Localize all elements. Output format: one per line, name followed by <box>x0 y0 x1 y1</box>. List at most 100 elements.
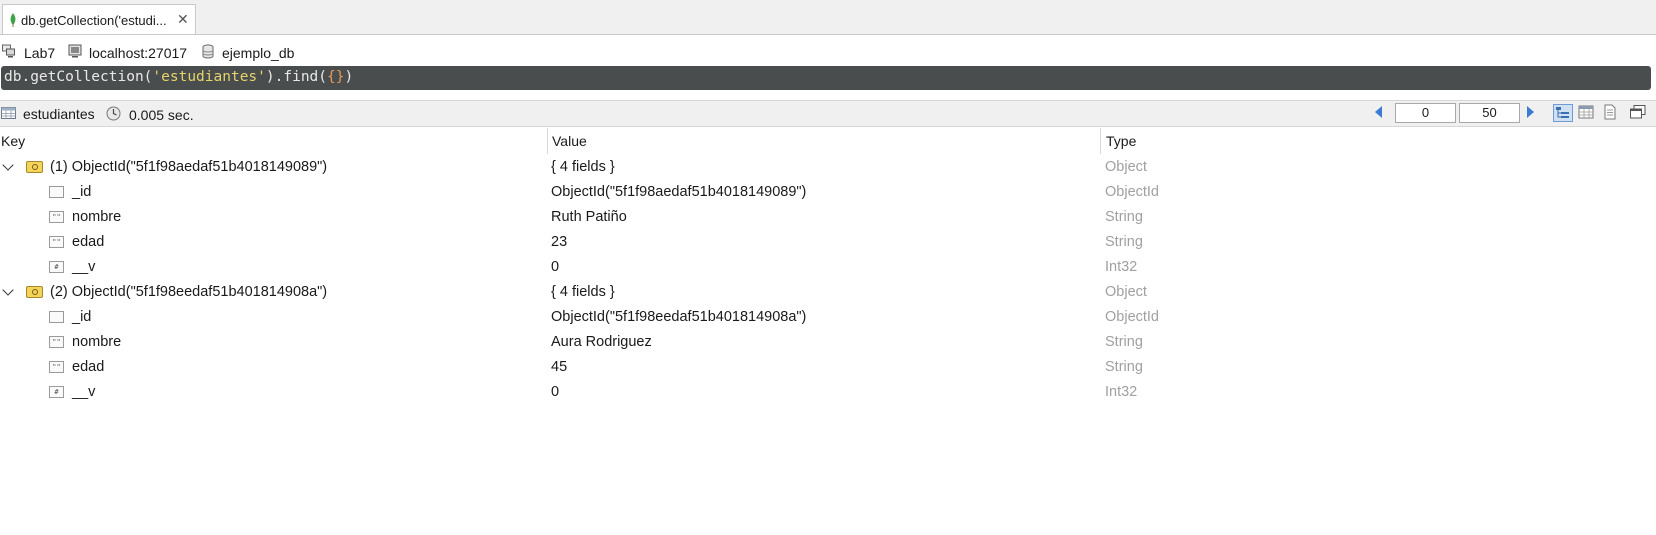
chevron-down-icon[interactable] <box>2 159 14 171</box>
number-icon: # <box>49 261 64 273</box>
detach-window-icon[interactable] <box>1629 104 1649 122</box>
table-icon <box>1 106 16 122</box>
field-key: edad <box>72 234 105 250</box>
row-key: "" edad <box>49 359 104 375</box>
row-type: Object <box>1105 159 1147 175</box>
connection-info: Lab7 <box>2 44 55 61</box>
field-row[interactable]: _id ObjectId("5f1f98eedaf51b401814908a")… <box>0 306 1656 331</box>
connection-name: Lab7 <box>24 44 56 61</box>
document-key: (1) ObjectId("5f1f98aedaf51b4018149089") <box>50 159 328 175</box>
query-time: 0.005 sec. <box>106 106 194 124</box>
clock-icon <box>106 106 121 124</box>
skip-input[interactable]: 0 <box>1395 103 1456 123</box>
column-key[interactable]: Key <box>1 133 25 149</box>
row-type: Object <box>1105 284 1147 300</box>
row-key: "" nombre <box>49 334 121 350</box>
row-type: String <box>1105 234 1143 250</box>
row-value: 0 <box>551 384 560 400</box>
field-key: _id <box>72 309 92 325</box>
row-key: _id <box>49 184 91 200</box>
row-value: { 4 fields } <box>551 159 615 175</box>
field-key: nombre <box>72 334 122 350</box>
row-key: _id <box>49 309 91 325</box>
column-type[interactable]: Type <box>1106 133 1136 149</box>
row-value: ObjectId("5f1f98aedaf51b4018149089") <box>551 184 807 200</box>
query-editor[interactable]: db.getCollection('estudiantes').find({}) <box>1 66 1651 90</box>
field-row[interactable]: "" edad 45 String <box>0 356 1656 381</box>
server-address: localhost:27017 <box>89 44 188 61</box>
row-key: (1) ObjectId("5f1f98aedaf51b4018149089") <box>2 159 328 175</box>
results-toolbar: estudiantes 0.005 sec. 0 50 <box>0 100 1656 127</box>
field-key: nombre <box>72 209 122 225</box>
row-value: ObjectId("5f1f98eedaf51b401814908a") <box>551 309 807 325</box>
computers-icon <box>2 44 16 61</box>
row-type: Int32 <box>1105 384 1138 400</box>
previous-page-icon[interactable] <box>1373 105 1385 123</box>
row-key: # __v <box>49 384 95 400</box>
database-info: ejemplo_db <box>202 44 294 62</box>
field-row[interactable]: # __v 0 Int32 <box>0 381 1656 406</box>
document-row[interactable]: (1) ObjectId("5f1f98aedaf51b4018149089")… <box>0 156 1656 181</box>
column-divider[interactable] <box>547 128 548 154</box>
query-time-value: 0.005 sec. <box>129 107 194 123</box>
row-value: 23 <box>551 234 568 250</box>
document-icon <box>26 286 43 298</box>
server-info: localhost:27017 <box>68 44 187 61</box>
field-row[interactable]: "" nombre Ruth Patiño String <box>0 206 1656 231</box>
field-row[interactable]: _id ObjectId("5f1f98aedaf51b4018149089")… <box>0 181 1656 206</box>
string-icon: "" <box>49 336 64 348</box>
document-key: (2) ObjectId("5f1f98eedaf51b401814908a") <box>50 284 328 300</box>
next-page-icon[interactable] <box>1526 105 1538 123</box>
column-divider[interactable] <box>1100 128 1101 154</box>
row-type: Int32 <box>1105 259 1138 275</box>
document-row[interactable]: (2) ObjectId("5f1f98eedaf51b401814908a")… <box>0 281 1656 306</box>
field-row[interactable]: "" nombre Aura Rodriguez String <box>0 331 1656 356</box>
column-value[interactable]: Value <box>552 133 587 149</box>
query-suffix: ) <box>344 69 354 85</box>
tree-view-icon[interactable] <box>1553 104 1573 122</box>
field-icon <box>49 186 64 198</box>
row-value: Aura Rodriguez <box>551 334 652 350</box>
row-key: # __v <box>49 259 95 275</box>
mongodb-leaf-icon <box>9 13 17 30</box>
tab-bar: db.getCollection('estudi... ✕ <box>0 0 1656 35</box>
collection-name: estudiantes <box>23 106 95 122</box>
row-type: String <box>1105 359 1143 375</box>
row-type: ObjectId <box>1105 184 1159 200</box>
row-value: { 4 fields } <box>551 284 615 300</box>
string-icon: "" <box>49 211 64 223</box>
table-view-icon[interactable] <box>1577 104 1597 122</box>
field-row[interactable]: "" edad 23 String <box>0 231 1656 256</box>
row-type: String <box>1105 209 1143 225</box>
collection-info: estudiantes <box>1 106 95 122</box>
row-value: 45 <box>551 359 568 375</box>
field-row[interactable]: # __v 0 Int32 <box>0 256 1656 281</box>
document-icon <box>26 161 43 173</box>
query-filter: {} <box>327 69 345 85</box>
query-method: ).find( <box>265 69 328 85</box>
query-prefix: db.getCollection( <box>4 69 153 85</box>
number-icon: # <box>49 386 64 398</box>
database-name: ejemplo_db <box>222 45 295 61</box>
text-view-icon[interactable] <box>1601 104 1621 122</box>
field-key: edad <box>72 359 105 375</box>
row-value: Ruth Patiño <box>551 209 627 225</box>
string-icon: "" <box>49 361 64 373</box>
query-collection-arg: 'estudiantes' <box>152 69 266 85</box>
results-grid-header: Key Value Type <box>0 128 1656 154</box>
limit-input[interactable]: 50 <box>1459 103 1520 123</box>
row-type: ObjectId <box>1105 309 1159 325</box>
row-key: (2) ObjectId("5f1f98eedaf51b401814908a") <box>2 284 328 300</box>
server-icon <box>68 44 82 61</box>
row-type: String <box>1105 334 1143 350</box>
field-key: _id <box>72 184 92 200</box>
row-key: "" nombre <box>49 209 121 225</box>
close-icon[interactable]: ✕ <box>177 11 189 28</box>
tab-query[interactable]: db.getCollection('estudi... ✕ <box>2 4 196 34</box>
row-value: 0 <box>551 259 560 275</box>
connection-info-bar: Lab7 localhost:27017 ejemplo_db <box>0 40 1656 62</box>
query-text[interactable]: db.getCollection('estudiantes').find({}) <box>4 69 353 85</box>
chevron-down-icon[interactable] <box>2 284 14 296</box>
database-icon <box>202 44 214 62</box>
field-key: __v <box>72 384 96 400</box>
